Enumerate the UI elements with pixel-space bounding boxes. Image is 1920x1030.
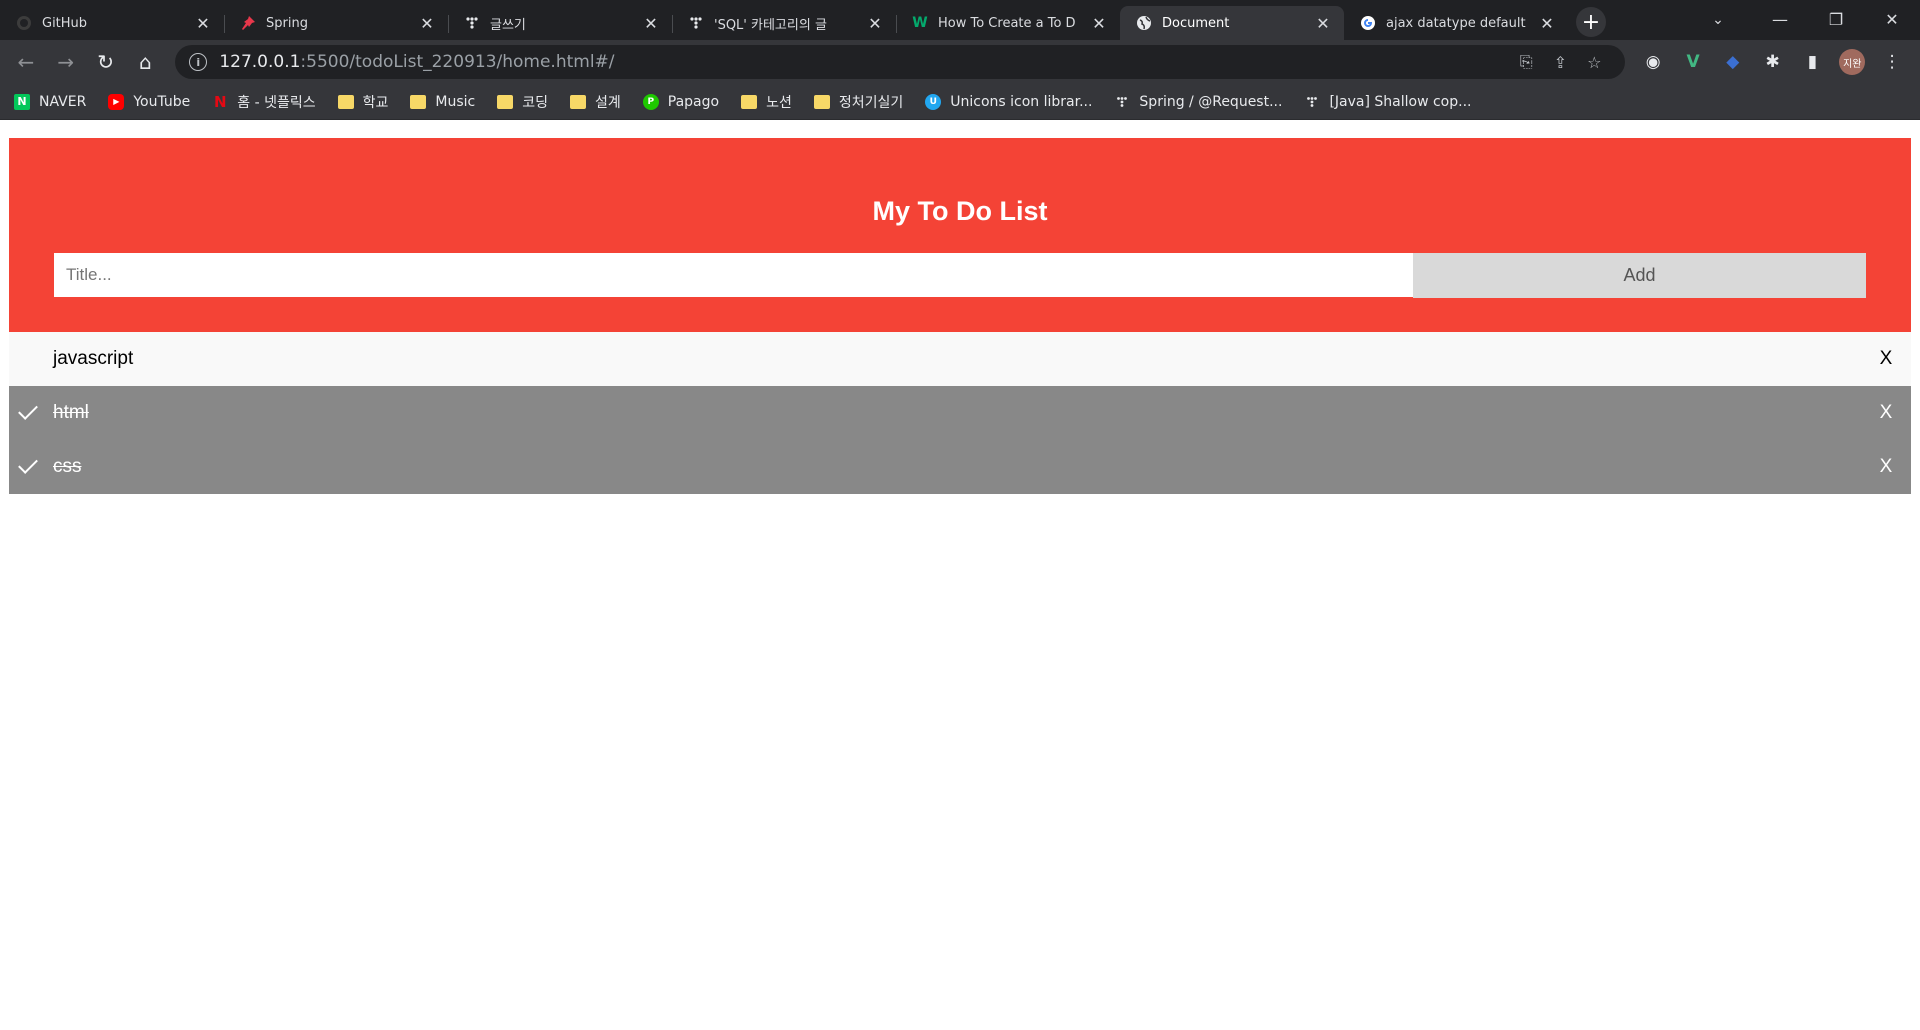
- browser-toolbar: ← → ↻ ⌂ i 127.0.0.1:5500/todoList_220913…: [0, 40, 1920, 84]
- delete-todo-button[interactable]: X: [1861, 440, 1911, 494]
- close-window-icon[interactable]: ✕: [1864, 0, 1920, 38]
- home-icon[interactable]: ⌂: [127, 44, 163, 80]
- folder-icon: [569, 94, 586, 110]
- folder-icon: [813, 94, 830, 110]
- naver-icon: N: [14, 93, 30, 110]
- bookmark-java-shallow[interactable]: [Java] Shallow cop...: [1304, 94, 1471, 110]
- url-path: :5500/todoList_220913/home.html#/: [300, 52, 615, 72]
- window-controls: — ❐ ✕: [1752, 0, 1920, 40]
- forward-icon[interactable]: →: [48, 44, 84, 80]
- tab-github[interactable]: GitHub ✕: [0, 6, 224, 40]
- tab-search-icon[interactable]: ⌄: [1698, 0, 1738, 40]
- todo-text: css: [53, 456, 82, 477]
- folder-icon: [337, 94, 354, 110]
- tab-sql-category[interactable]: 'SQL' 카테고리의 글 ✕: [672, 6, 896, 40]
- globe-icon: [1136, 15, 1152, 31]
- netflix-icon: N: [213, 92, 227, 111]
- tab-document[interactable]: Document ✕: [1120, 6, 1344, 40]
- unicons-icon: U: [925, 93, 942, 110]
- bookmark-star-icon[interactable]: ☆: [1577, 53, 1611, 72]
- extension-owl-icon[interactable]: ◉: [1633, 44, 1673, 80]
- bookmark-folder-design[interactable]: 설계: [569, 92, 621, 112]
- todo-item[interactable]: html X: [9, 386, 1911, 440]
- back-icon[interactable]: ←: [8, 44, 44, 80]
- bookmark-folder-coding[interactable]: 코딩: [497, 92, 548, 112]
- todo-list: javascript X html X css X: [9, 332, 1911, 494]
- bookmark-spring-request[interactable]: Spring / @Request...: [1114, 94, 1282, 110]
- tab-strip: GitHub ✕ Spring ✕ 글쓰기 ✕ 'SQL' 카테고리의 글 ✕ …: [0, 0, 1920, 40]
- close-tab-icon[interactable]: ✕: [1538, 14, 1556, 33]
- url-host: 127.0.0.1: [219, 52, 301, 72]
- add-button[interactable]: Add: [1413, 253, 1866, 298]
- checkmark-icon: [18, 454, 38, 474]
- bookmark-netflix[interactable]: N홈 - 넷플릭스: [212, 92, 316, 112]
- tab-how-to-create[interactable]: W How To Create a To D ✕: [896, 6, 1120, 40]
- page-title: My To Do List: [872, 196, 1048, 226]
- close-tab-icon[interactable]: ✕: [866, 14, 884, 33]
- bookmark-folder-exam[interactable]: 정처기실기: [813, 92, 903, 112]
- bookmark-folder-music[interactable]: Music: [410, 94, 475, 110]
- folder-icon: [410, 94, 427, 110]
- close-tab-icon[interactable]: ✕: [1090, 14, 1108, 33]
- bookmark-unicons[interactable]: U Unicons icon librar...: [925, 93, 1092, 110]
- bookmark-papago[interactable]: P Papago: [642, 93, 719, 110]
- extension-blue-icon[interactable]: ◆: [1713, 44, 1753, 80]
- tab-ajax[interactable]: ajax datatype default ✕: [1344, 6, 1568, 40]
- youtube-icon: ▶: [108, 93, 125, 110]
- papago-icon: P: [642, 93, 659, 110]
- new-tab-button[interactable]: +: [1576, 7, 1606, 37]
- close-tab-icon[interactable]: ✕: [418, 14, 436, 33]
- tab-spring[interactable]: Spring ✕: [224, 6, 448, 40]
- checkmark-icon: [18, 400, 38, 420]
- delete-todo-button[interactable]: X: [1861, 386, 1911, 440]
- github-icon: [16, 15, 32, 31]
- google-icon: [1360, 15, 1376, 31]
- share-icon[interactable]: ⇪: [1543, 53, 1577, 72]
- tab-title: GitHub: [42, 15, 88, 31]
- folder-icon: [741, 94, 758, 110]
- bookmark-naver[interactable]: N NAVER: [14, 93, 86, 110]
- minimize-icon[interactable]: —: [1752, 0, 1808, 38]
- tistory-icon: [1304, 94, 1320, 110]
- todo-item[interactable]: css X: [9, 440, 1911, 494]
- bookmark-youtube[interactable]: ▶ YouTube: [108, 93, 190, 110]
- tab-title: 글쓰기: [490, 17, 526, 33]
- tab-title: Document: [1162, 15, 1230, 31]
- pin-icon: [240, 15, 256, 31]
- address-bar[interactable]: i 127.0.0.1:5500/todoList_220913/home.ht…: [175, 45, 1626, 79]
- menu-dots-icon[interactable]: ⋮: [1872, 44, 1912, 80]
- todo-item[interactable]: javascript X: [9, 332, 1911, 386]
- todo-text: javascript: [53, 348, 134, 369]
- side-panel-icon[interactable]: ▮: [1793, 44, 1833, 80]
- tab-title: ajax datatype default: [1386, 15, 1526, 31]
- delete-todo-button[interactable]: X: [1861, 332, 1911, 386]
- tistory-icon: [464, 15, 480, 31]
- todo-header: My To Do List Add: [9, 138, 1911, 332]
- bookmark-folder-notion[interactable]: 노션: [741, 92, 792, 112]
- tistory-icon: [1114, 94, 1130, 110]
- restore-icon[interactable]: ❐: [1808, 0, 1864, 38]
- tab-write[interactable]: 글쓰기 ✕: [448, 6, 672, 40]
- profile-avatar[interactable]: 지완: [1832, 44, 1872, 80]
- extension-vue-icon[interactable]: V: [1673, 44, 1713, 80]
- folder-icon: [497, 94, 514, 110]
- tab-title: 'SQL' 카테고리의 글: [714, 17, 827, 33]
- tistory-icon: [688, 15, 704, 31]
- extensions-puzzle-icon[interactable]: ✱: [1753, 44, 1793, 80]
- todo-text: html: [53, 402, 89, 423]
- avatar: 지완: [1839, 49, 1866, 75]
- tab-title: How To Create a To D: [938, 15, 1076, 31]
- page-viewport: My To Do List Add javascript X html X cs…: [0, 129, 1920, 1030]
- translate-icon[interactable]: ⎘: [1509, 52, 1543, 72]
- bookmark-folder-school[interactable]: 학교: [337, 92, 388, 112]
- close-tab-icon[interactable]: ✕: [642, 14, 660, 33]
- site-info-icon[interactable]: i: [189, 53, 208, 71]
- w3schools-icon: W: [912, 15, 928, 31]
- close-tab-icon[interactable]: ✕: [194, 14, 212, 33]
- close-tab-icon[interactable]: ✕: [1314, 14, 1332, 33]
- tab-title: Spring: [266, 15, 308, 31]
- title-input[interactable]: [54, 253, 1413, 297]
- bookmarks-bar: N NAVER ▶ YouTube N홈 - 넷플릭스 학교 Music 코딩 설계…: [0, 84, 1920, 120]
- reload-icon[interactable]: ↻: [88, 44, 124, 80]
